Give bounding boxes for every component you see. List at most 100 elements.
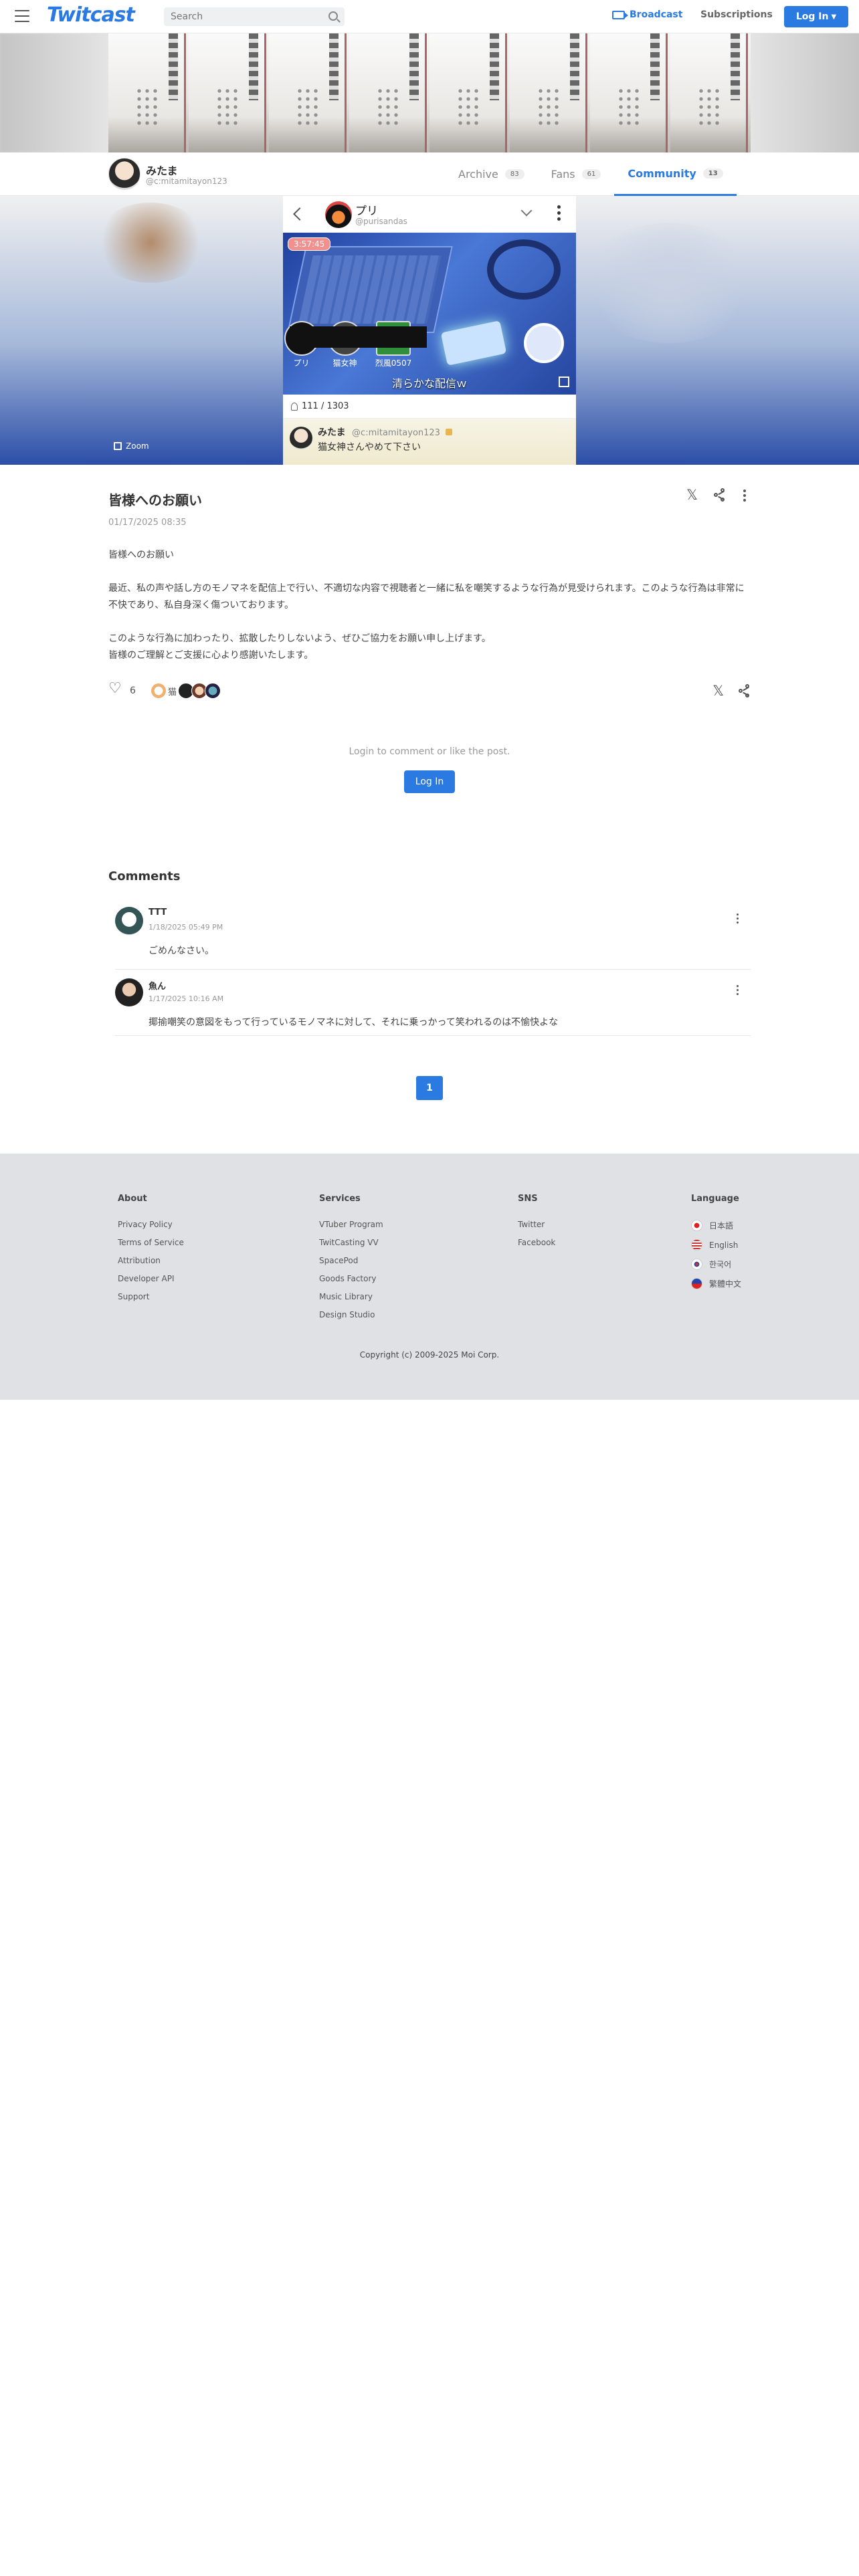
share-icon[interactable] [713, 488, 726, 502]
redaction-bar [290, 326, 427, 348]
language-label: 繁體中文 [709, 1279, 742, 1289]
stream-timer: 3:57:45 [288, 237, 331, 251]
profile-bar: みたま @c:mitamitayon123 Archive 83 Fans 61… [0, 152, 859, 196]
viewer-name: 烈風0507 [375, 358, 412, 368]
language-option-ja[interactable]: 日本語 [691, 1220, 741, 1231]
footer-heading: About [118, 1194, 147, 1204]
stream-comment: みたま @c:mitamitayon123 猫女神さんやめて下さい [283, 419, 576, 465]
streamer-avatar [325, 201, 352, 228]
avatar[interactable] [108, 158, 140, 190]
post-actions: 𝕏 [686, 488, 746, 502]
chevron-down-icon [520, 205, 533, 217]
zoom-button[interactable]: Zoom [114, 441, 149, 451]
login-button[interactable]: Log In [404, 770, 455, 793]
post-paragraph [108, 564, 751, 580]
streamer-id: @purisandas [355, 217, 407, 226]
stream-video: 3:57:45 プリ 猫女神 烈風0507 清らかな配信ｗ [283, 233, 576, 395]
video-camera-icon [612, 10, 628, 19]
broadcast-label: Broadcast [630, 9, 683, 20]
post-body: 皆様へのお願い 最近、私の声や話し方のモノマネを配信上で行い、不適切な内容で視聴… [108, 547, 751, 664]
tab-fans[interactable]: Fans 61 [538, 152, 615, 196]
footer-link[interactable]: Developer API [118, 1274, 184, 1283]
login-button[interactable]: Log In ▼ [784, 6, 848, 27]
login-button-label: Log In [795, 11, 829, 22]
footer-link[interactable]: Twitter [518, 1220, 555, 1229]
liker-avatar[interactable] [204, 683, 221, 699]
comment-item: TTT 1/18/2025 05:49 PM ごめんなさい。 [115, 907, 751, 970]
site-logo[interactable]: Twitcast [47, 3, 135, 27]
liker-name[interactable]: 猫 [168, 685, 177, 697]
stream-caption: 清らかな配信ｗ [391, 377, 467, 390]
search-box[interactable] [164, 7, 345, 26]
menu-icon[interactable] [15, 10, 29, 22]
more-vertical-icon[interactable] [737, 914, 739, 924]
copyright: Copyright (c) 2009-2025 Moi Corp. [359, 1350, 500, 1360]
viewer-count: 111 / 1303 [283, 395, 576, 419]
post-paragraph [108, 614, 751, 631]
tab-community[interactable]: Community 13 [614, 152, 737, 196]
pagination-page[interactable]: 1 [416, 1076, 443, 1100]
post-paragraph: このような行為に加わったり、拡散したりしないよう、ぜひご協力をお願い申し上げます… [108, 633, 491, 644]
profile-id: @c:mitamitayon123 [146, 177, 227, 186]
person-icon [291, 402, 298, 411]
footer-language: Language 日本語 English 한국어 繁體中文 [691, 1194, 741, 1297]
footer-link[interactable]: VTuber Program [319, 1220, 383, 1229]
footer: About Privacy Policy Terms of Service At… [0, 1154, 859, 1400]
comment-author[interactable]: TTT [149, 907, 167, 918]
comment-author-id: @c:mitamitayon123 [352, 428, 440, 438]
share-icon[interactable] [739, 683, 751, 697]
footer-link[interactable]: TwitCasting VV [319, 1238, 383, 1247]
language-label: 한국어 [709, 1260, 732, 1269]
more-vertical-icon[interactable] [743, 489, 746, 502]
japan-flag-icon [691, 1220, 702, 1231]
subscriptions-link[interactable]: Subscriptions [700, 9, 773, 20]
x-share-icon[interactable]: 𝕏 [686, 488, 698, 502]
post-paragraph: 最近、私の声や話し方のモノマネを配信上で行い、不適切な内容で視聴者と一緒に私を嘲… [108, 583, 745, 611]
footer-link[interactable]: SpacePod [319, 1256, 383, 1265]
footer-link[interactable]: Music Library [319, 1292, 383, 1301]
comment-avatar [290, 427, 312, 449]
footer-link[interactable]: Goods Factory [319, 1274, 383, 1283]
crown-icon [446, 429, 453, 435]
top-navbar: Twitcast Broadcast Subscriptions Log In … [0, 0, 859, 33]
footer-link[interactable]: Support [118, 1292, 184, 1301]
search-icon[interactable] [328, 11, 338, 21]
avatar[interactable] [115, 978, 143, 1006]
comment-author: みたま [318, 427, 346, 438]
tab-label: Community [628, 167, 696, 180]
comment-date: 1/18/2025 05:49 PM [149, 923, 223, 932]
tab-count: 13 [702, 168, 723, 179]
comment-author[interactable]: 魚ん [149, 979, 166, 992]
footer-link[interactable]: Design Studio [319, 1310, 383, 1319]
footer-sns: SNS Twitter Facebook [518, 1194, 555, 1256]
footer-heading: SNS [518, 1194, 538, 1204]
like-count: 6 [130, 685, 136, 696]
korea-flag-icon [691, 1259, 702, 1270]
broadcast-link[interactable]: Broadcast [612, 9, 682, 20]
x-share-icon[interactable]: 𝕏 [712, 684, 724, 698]
search-input[interactable] [171, 11, 318, 22]
footer-link[interactable]: Facebook [518, 1238, 555, 1247]
comments-heading: Comments [108, 869, 181, 883]
footer-link[interactable]: Attribution [118, 1256, 184, 1265]
language-option-zh-tw[interactable]: 繁體中文 [691, 1278, 741, 1289]
us-flag-icon [691, 1239, 702, 1251]
footer-link[interactable]: Privacy Policy [118, 1220, 184, 1229]
profile-name[interactable]: みたま [146, 162, 178, 178]
footer-link[interactable]: Terms of Service [118, 1238, 184, 1247]
language-option-en[interactable]: English [691, 1239, 741, 1251]
tab-archive[interactable]: Archive 83 [445, 152, 538, 196]
heart-icon[interactable] [108, 680, 122, 697]
footer-about: About Privacy Policy Terms of Service At… [118, 1194, 184, 1310]
post-image-screenshot[interactable]: プリ @purisandas 3:57:45 プリ 猫女神 烈風0507 清らか… [283, 196, 576, 465]
comment-text: 揶揄嘲笑の意図をもって行っているモノマネに対して、それに乗っかって笑われるのは不… [149, 1017, 559, 1028]
tab-count: 83 [504, 169, 524, 179]
streamer-name: プリ [355, 205, 378, 218]
viewer-count-text: 111 / 1303 [302, 401, 349, 411]
language-option-ko[interactable]: 한국어 [691, 1259, 741, 1270]
taiwan-flag-icon [691, 1278, 702, 1289]
liker-avatar[interactable] [150, 683, 167, 699]
avatar[interactable] [115, 907, 143, 935]
stream-header: プリ @purisandas [283, 196, 576, 233]
more-vertical-icon[interactable] [737, 985, 739, 995]
